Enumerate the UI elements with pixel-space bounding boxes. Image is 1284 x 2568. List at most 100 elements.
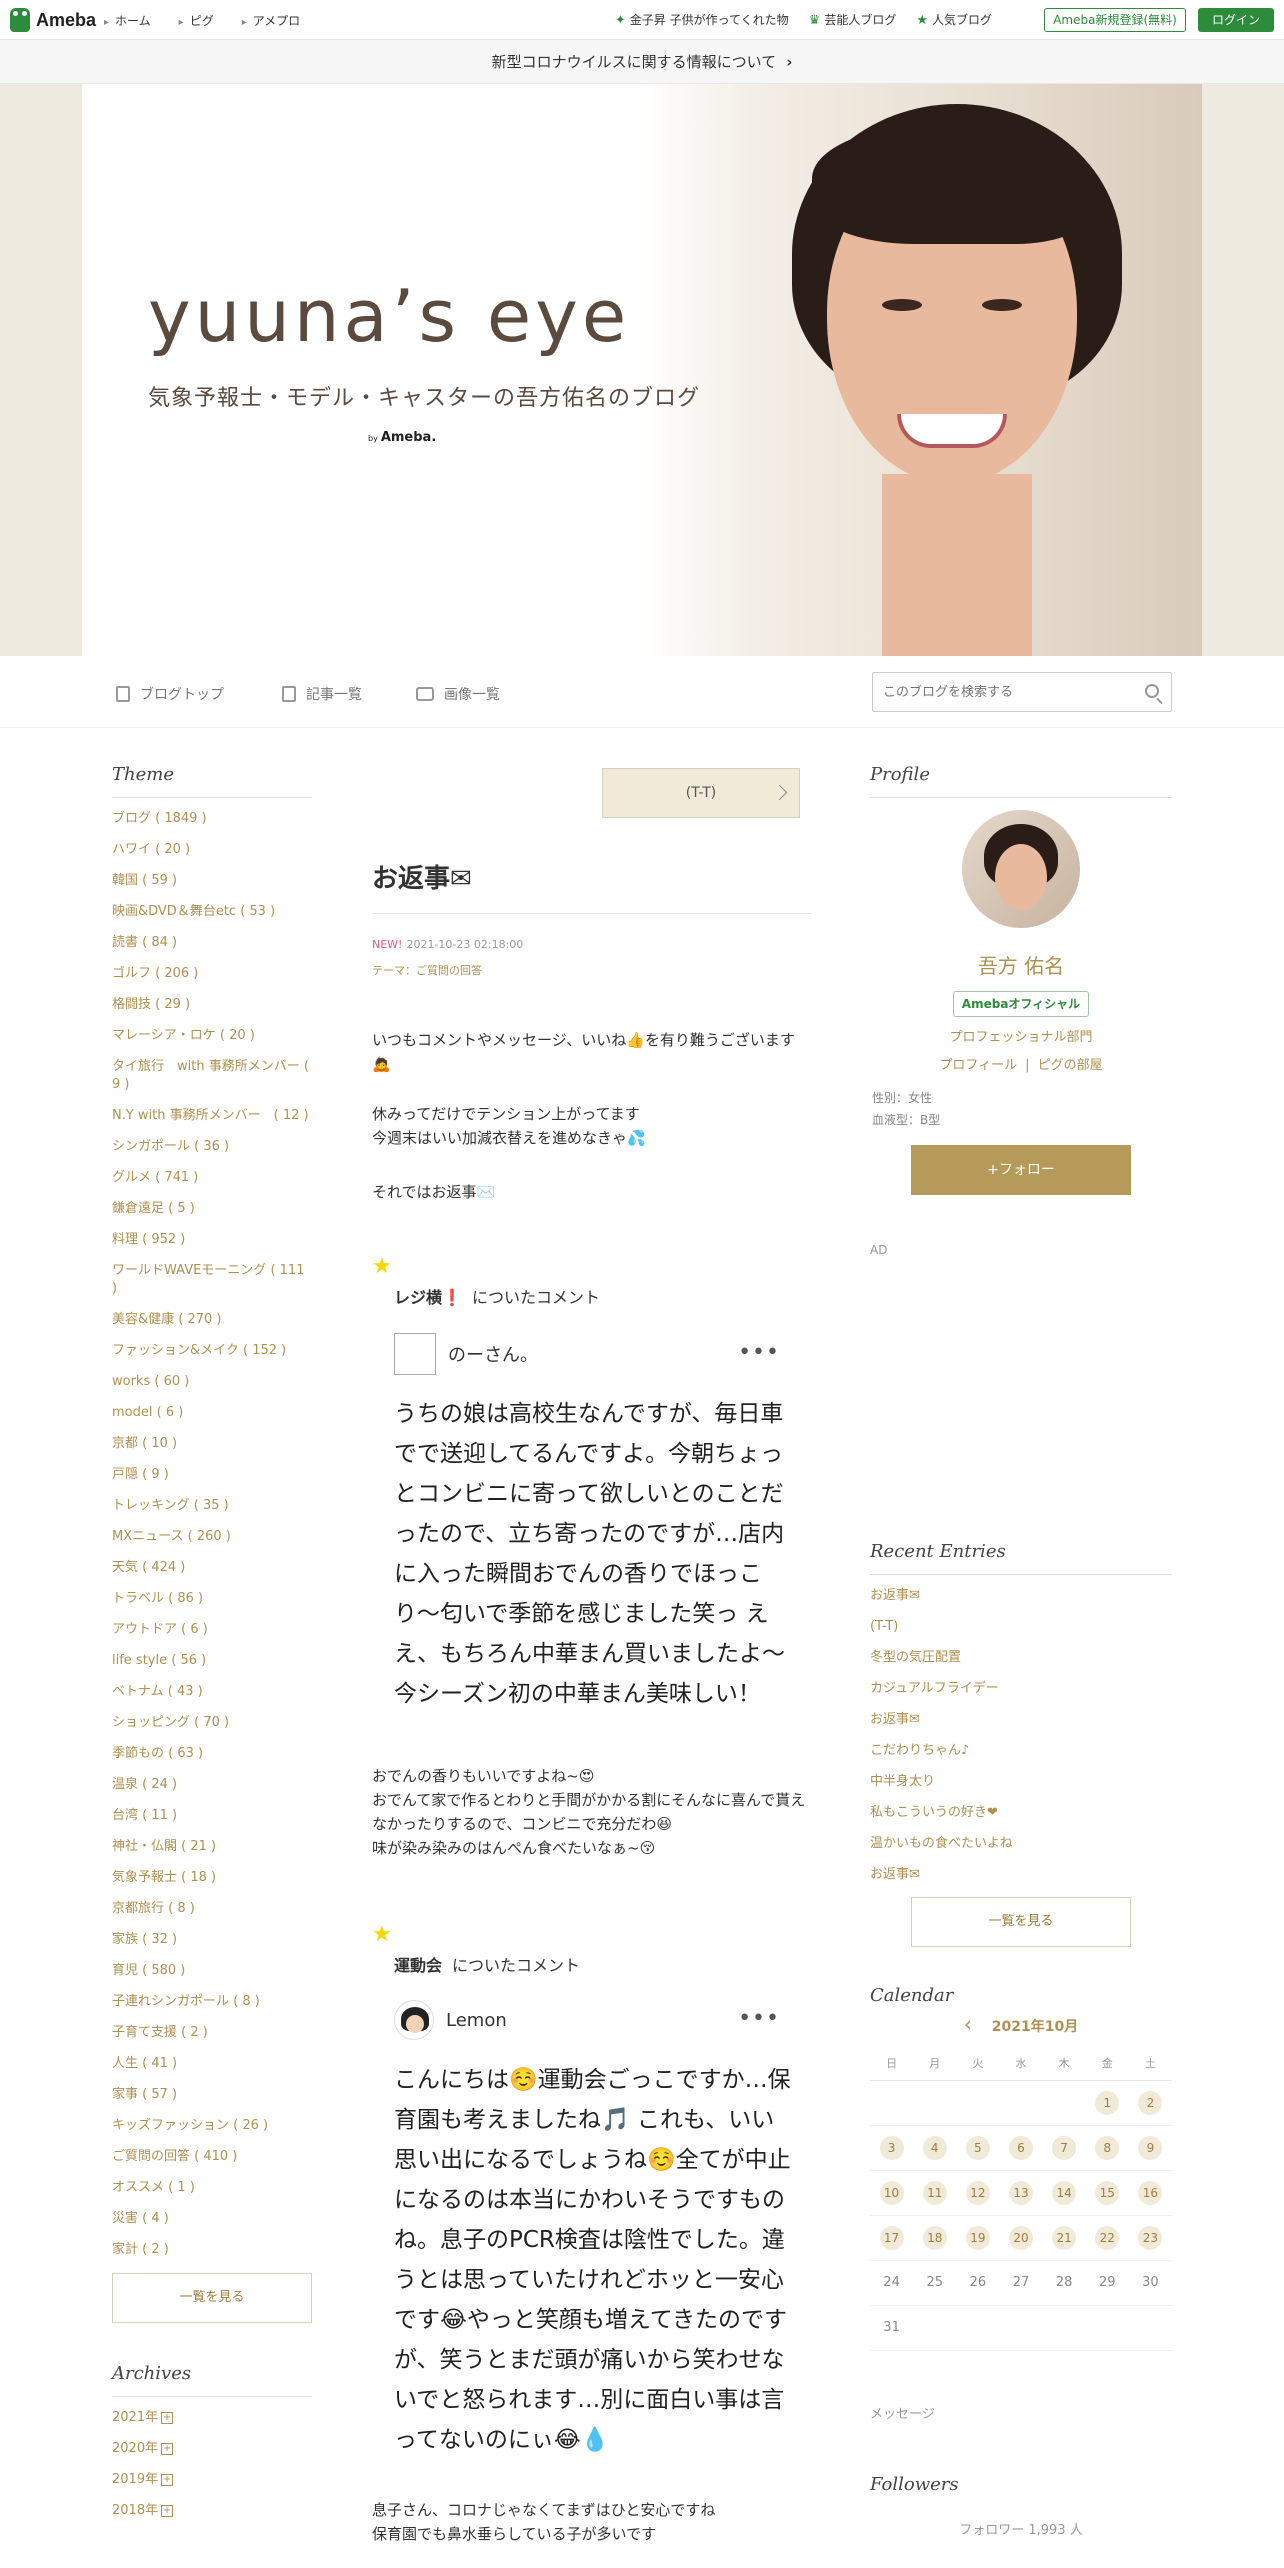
recent-entry-item[interactable]: 冬型の気圧配置: [870, 1649, 1172, 1667]
login-button[interactable]: ログイン: [1198, 8, 1274, 32]
theme-item[interactable]: ファッション&メイク ( 152 ): [112, 1342, 312, 1360]
expand-icon[interactable]: +: [161, 2442, 174, 2455]
theme-item[interactable]: ご質問の回答 ( 410 ): [112, 2148, 312, 2166]
calendar-day-link[interactable]: 18: [922, 2225, 947, 2250]
theme-item[interactable]: トラベル ( 86 ): [112, 1590, 312, 1608]
message-link[interactable]: メッセージ: [870, 2403, 1172, 2422]
calendar-day-link[interactable]: 20: [1008, 2225, 1033, 2250]
recent-entry-item[interactable]: お返事✉: [870, 1587, 1172, 1605]
ameba-logo[interactable]: Ameba: [10, 6, 96, 34]
theme-item[interactable]: 天気 ( 424 ): [112, 1559, 312, 1577]
recent-entry-item[interactable]: お返事✉: [870, 1866, 1172, 1884]
calendar-day-link[interactable]: 23: [1138, 2225, 1163, 2250]
calendar-day-link[interactable]: 17: [879, 2225, 904, 2250]
prev-entry-button[interactable]: (T-T): [602, 768, 800, 818]
nav-pigg[interactable]: ピグ: [179, 12, 214, 29]
recent-entry-item[interactable]: 温かいもの食べたいよね: [870, 1835, 1172, 1853]
calendar-day-link[interactable]: 3: [879, 2135, 904, 2160]
calendar-day-link[interactable]: 14: [1052, 2180, 1077, 2205]
calendar-day-link[interactable]: 11: [922, 2180, 947, 2205]
theme-item[interactable]: グルメ ( 741 ): [112, 1169, 312, 1187]
theme-item[interactable]: 子連れシンガポール ( 8 ): [112, 1993, 312, 2011]
covid-notice-link[interactable]: 新型コロナウイルスに関する情報について ›: [0, 40, 1284, 84]
theme-item[interactable]: 戸隠 ( 9 ): [112, 1466, 312, 1484]
theme-item[interactable]: 台湾 ( 11 ): [112, 1807, 312, 1825]
recent-entry-item[interactable]: 中半身太り: [870, 1773, 1172, 1791]
theme-item[interactable]: 料理 ( 952 ): [112, 1231, 312, 1249]
calendar-day-link[interactable]: 10: [879, 2180, 904, 2205]
theme-item[interactable]: life style ( 56 ): [112, 1652, 312, 1670]
calendar-day-link[interactable]: 16: [1138, 2180, 1163, 2205]
expand-icon[interactable]: +: [161, 2504, 174, 2517]
entry-theme-link[interactable]: テーマ：ご質問の回答: [372, 958, 523, 984]
theme-item[interactable]: キッズファッション ( 26 ): [112, 2117, 312, 2135]
theme-item[interactable]: 家事 ( 57 ): [112, 2086, 312, 2104]
archive-item[interactable]: 2020年 +: [112, 2440, 312, 2458]
profile-avatar[interactable]: [962, 810, 1080, 928]
theme-item[interactable]: 温泉 ( 24 ): [112, 1776, 312, 1794]
nav-home[interactable]: ホーム: [104, 12, 151, 29]
header-banner[interactable]: yuuna’s eye 気象予報士・モデル・キャスターの吾方佑名のブログ by A…: [82, 84, 1202, 656]
theme-item[interactable]: 家計 ( 2 ): [112, 2241, 312, 2259]
top-link-celeb-blog[interactable]: ♛ 芸能人ブログ: [809, 11, 897, 28]
theme-item[interactable]: シンガポール ( 36 ): [112, 1138, 312, 1156]
nav-blog-top[interactable]: ブログトップ: [116, 684, 224, 704]
profile-name[interactable]: 吾方 佑名: [870, 950, 1172, 979]
more-options-icon[interactable]: •••: [738, 1340, 780, 1365]
calendar-day-link[interactable]: 21: [1052, 2225, 1077, 2250]
calendar-day-link[interactable]: 4: [922, 2135, 947, 2160]
theme-item[interactable]: トレッキング ( 35 ): [112, 1497, 312, 1515]
recent-entry-item[interactable]: 私もこういうの好き❤: [870, 1804, 1172, 1822]
nav-amepro[interactable]: アメプロ: [242, 12, 300, 29]
theme-item[interactable]: 人生 ( 41 ): [112, 2055, 312, 2073]
calendar-day-link[interactable]: 12: [965, 2180, 990, 2205]
register-button[interactable]: Ameba新規登録(無料): [1044, 8, 1186, 32]
search-input[interactable]: [873, 673, 1123, 711]
calendar-day-link[interactable]: 9: [1138, 2135, 1163, 2160]
theme-item[interactable]: タイ旅行 with 事務所メンバー ( 9 ): [112, 1058, 312, 1094]
theme-item[interactable]: マレーシア・ロケ ( 20 ): [112, 1027, 312, 1045]
follow-button[interactable]: +フォロー: [911, 1145, 1131, 1195]
theme-item[interactable]: 気象予報士 ( 18 ): [112, 1869, 312, 1887]
official-badge[interactable]: Amebaオフィシャル: [953, 991, 1089, 1017]
theme-item[interactable]: 鎌倉遠足 ( 5 ): [112, 1200, 312, 1218]
recent-entry-item[interactable]: お返事✉: [870, 1711, 1172, 1729]
top-link-trending[interactable]: ✦ 金子昇 子供が作ってくれた物: [615, 11, 789, 28]
theme-item[interactable]: 子育て支援 ( 2 ): [112, 2024, 312, 2042]
recent-entry-item[interactable]: カジュアルフライデー: [870, 1680, 1172, 1698]
calendar-day-link[interactable]: 13: [1008, 2180, 1033, 2205]
theme-item[interactable]: works ( 60 ): [112, 1373, 312, 1391]
theme-item[interactable]: ブログ ( 1849 ): [112, 810, 312, 828]
calendar-day-link[interactable]: 19: [965, 2225, 990, 2250]
expand-icon[interactable]: +: [161, 2473, 174, 2486]
followers-count[interactable]: フォロワー 1,993 人: [870, 2519, 1172, 2538]
theme-item[interactable]: ショッピング ( 70 ): [112, 1714, 312, 1732]
expand-icon[interactable]: +: [161, 2411, 174, 2424]
comment-2-user[interactable]: Lemon: [394, 1998, 794, 2042]
theme-item[interactable]: 映画&DVD＆舞台etc ( 53 ): [112, 903, 312, 921]
top-link-popular-blog[interactable]: ★ 人気ブログ: [916, 11, 992, 28]
theme-item[interactable]: オススメ ( 1 ): [112, 2179, 312, 2197]
theme-item[interactable]: ワールドWAVEモーニング ( 111 ): [112, 1262, 312, 1298]
theme-item[interactable]: MXニュース ( 260 ): [112, 1528, 312, 1546]
theme-item[interactable]: 韓国 ( 59 ): [112, 872, 312, 890]
theme-item[interactable]: ベトナム ( 43 ): [112, 1683, 312, 1701]
theme-item[interactable]: ハワイ ( 20 ): [112, 841, 312, 859]
search-icon[interactable]: [1145, 684, 1159, 698]
calendar-day-link[interactable]: 22: [1095, 2225, 1120, 2250]
pigg-room-link[interactable]: ピグの部屋: [1038, 1058, 1103, 1073]
profile-category-link[interactable]: プロフェッショナル部門: [870, 1031, 1172, 1045]
theme-item[interactable]: model ( 6 ): [112, 1404, 312, 1422]
calendar-day-link[interactable]: 5: [965, 2135, 990, 2160]
archive-item[interactable]: 2021年 +: [112, 2409, 312, 2427]
theme-item[interactable]: 災害 ( 4 ): [112, 2210, 312, 2228]
calendar-day-link[interactable]: 2: [1138, 2090, 1163, 2115]
more-options-icon[interactable]: •••: [738, 2006, 780, 2031]
theme-item[interactable]: 家族 ( 32 ): [112, 1931, 312, 1949]
calendar-day-link[interactable]: 7: [1052, 2135, 1077, 2160]
chevron-left-icon[interactable]: ‹: [964, 2012, 972, 2036]
theme-item[interactable]: 季節もの ( 63 ): [112, 1745, 312, 1763]
theme-item[interactable]: 神社・仏閣 ( 21 ): [112, 1838, 312, 1856]
nav-image-list[interactable]: 画像一覧: [416, 684, 500, 704]
recent-more-button[interactable]: 一覧を見る: [911, 1897, 1131, 1947]
